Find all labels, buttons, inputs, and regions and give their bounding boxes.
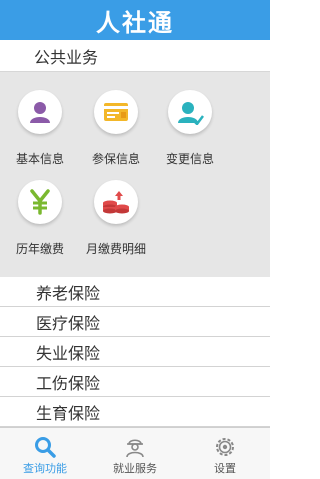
list-item-work-injury[interactable]: 工伤保险 [0,367,270,397]
tab-label: 查询功能 [23,462,67,475]
coins-icon [94,180,138,224]
bottom-tab-bar: 查询功能 就业服务 设置 [0,427,270,479]
app-title: 人社通 [96,8,174,37]
service-grid: 基本信息 参保信息 变更信息 历年缴费 月缴费明细 [0,72,270,277]
tab-settings[interactable]: 设置 [180,428,270,479]
tile-label: 历年缴费 [15,242,64,256]
app-header: 人社通 [0,0,270,40]
tab-query[interactable]: 查询功能 [0,428,90,479]
gear-icon [216,438,234,456]
tile-label: 基本信息 [15,152,64,166]
person-edit-icon [168,90,212,134]
tile-label: 变更信息 [165,152,214,166]
tile-annual-payment[interactable]: 历年缴费 [0,176,80,256]
tile-label: 月缴费明细 [85,242,146,256]
section-title: 公共业务 [0,40,270,72]
list-item-maternity[interactable]: 生育保险 [0,397,270,427]
list-item-pension[interactable]: 养老保险 [0,277,270,307]
yen-icon [18,180,62,224]
tab-label: 就业服务 [113,462,157,475]
tile-monthly-detail[interactable]: 月缴费明细 [76,176,156,256]
person-icon [18,90,62,134]
card-icon [94,90,138,134]
tab-label: 设置 [214,462,236,475]
tab-employment[interactable]: 就业服务 [90,428,180,479]
search-icon [35,437,56,458]
list-item-medical[interactable]: 医疗保险 [0,307,270,337]
list-item-unemployment[interactable]: 失业保险 [0,337,270,367]
tile-label: 参保信息 [91,152,140,166]
insurance-list: 养老保险 医疗保险 失业保险 工伤保险 生育保险 [0,277,270,427]
worker-icon [126,439,144,458]
tile-change-info[interactable]: 变更信息 [150,86,230,166]
tile-insurance-info[interactable]: 参保信息 [76,86,156,166]
tile-basic-info[interactable]: 基本信息 [0,86,80,166]
